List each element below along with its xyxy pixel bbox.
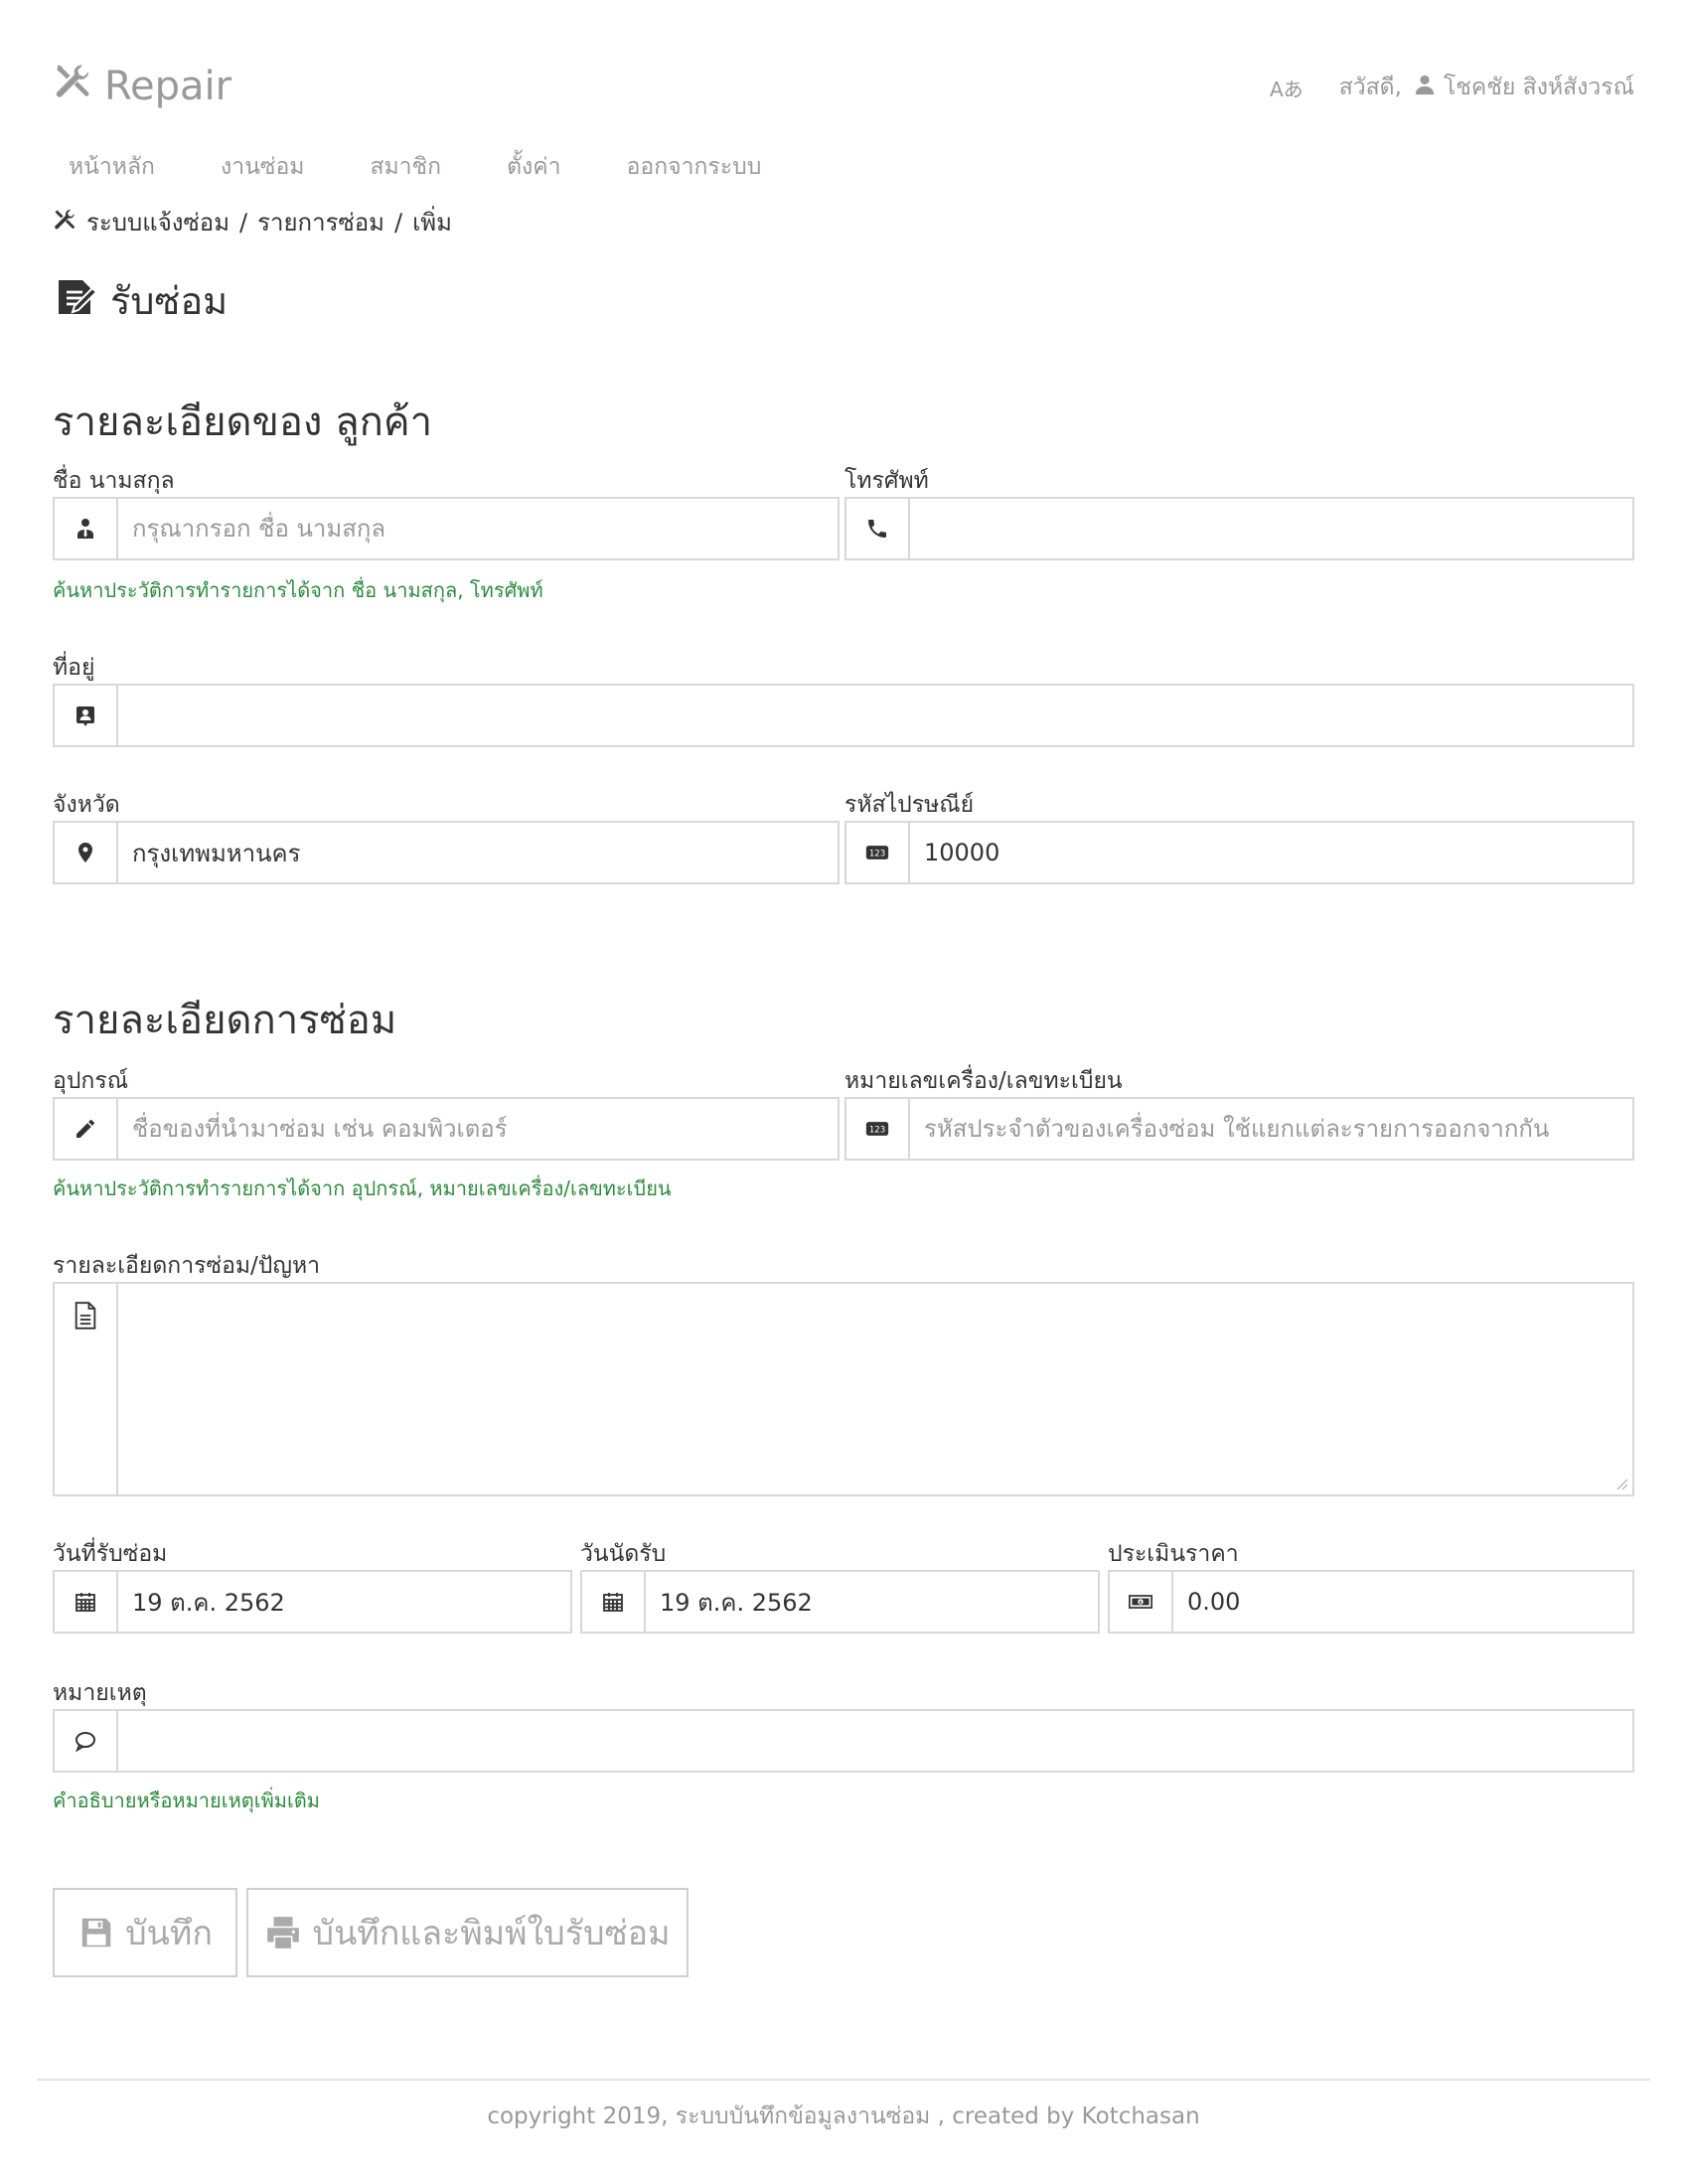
estimate-label: ประเมินราคา (1108, 1541, 1239, 1567)
equipment-input[interactable] (118, 1099, 838, 1159)
note-label: หมายเหตุ (53, 1680, 147, 1706)
printer-icon (267, 1917, 300, 1949)
document-icon (55, 1284, 118, 1494)
received-date-label: วันที่รับซ่อม (53, 1541, 168, 1567)
breadcrumb-separator: / (239, 208, 248, 236)
note-field (53, 1709, 1634, 1773)
floppy-disk-icon (81, 1918, 111, 1948)
serial-field: 123 (844, 1097, 1634, 1161)
money-icon: ฿ (1110, 1572, 1173, 1632)
address-label: ที่อยู่ (53, 655, 95, 681)
name-field (53, 497, 840, 560)
location-pin-icon (55, 823, 118, 882)
zipcode-label: รหัสไปรษณีย์ (844, 792, 975, 818)
app-title: Repair (104, 64, 232, 109)
customer-section-title: รายละเอียดของ ลูกค้า (53, 399, 433, 445)
appointment-date-input[interactable] (646, 1572, 1098, 1632)
province-field (53, 821, 840, 884)
detail-textarea[interactable] (118, 1284, 1632, 1494)
tools-icon (53, 208, 86, 237)
main-nav: หน้าหลัก งานซ่อม สมาชิก ตั้งค่า ออกจากระ… (69, 149, 827, 185)
svg-text:123: 123 (869, 849, 885, 858)
province-input[interactable] (118, 823, 838, 882)
footer-divider (37, 2079, 1650, 2081)
province-label: จังหวัด (53, 792, 120, 818)
save-print-button[interactable]: บันทึกและพิมพ์ใบรับซ่อม (246, 1888, 689, 1977)
page-title-text: รับซ่อม (110, 279, 229, 323)
save-button-label: บันทึก (125, 1914, 213, 1953)
edit-document-icon (53, 272, 110, 329)
estimate-field: ฿ (1108, 1570, 1634, 1634)
breadcrumb-item-current: เพิ่ม (412, 209, 452, 236)
phone-label: โทรศัพท์ (844, 468, 929, 494)
speech-bubble-icon (55, 1711, 118, 1771)
appointment-date-label: วันนัดรับ (580, 1541, 667, 1567)
phone-field (844, 497, 1634, 560)
nav-item-settings[interactable]: ตั้งค่า (507, 149, 560, 185)
username-link[interactable]: โชคชัย สิงห์สังวรณ์ (1444, 70, 1634, 105)
greeting-text: สวัสดี, (1338, 75, 1402, 100)
tools-icon (53, 62, 104, 111)
nav-item-repairs[interactable]: งานซ่อม (221, 149, 304, 185)
calendar-icon (55, 1572, 118, 1632)
equipment-label: อุปกรณ์ (53, 1068, 129, 1094)
footer-text: copyright 2019, ระบบบันทึกข้อมูลงานซ่อม … (487, 2104, 1200, 2129)
breadcrumb-separator: / (393, 208, 403, 236)
detail-label: รายละเอียดการซ่อม/ปัญหา (53, 1253, 321, 1279)
zipcode-input[interactable] (910, 823, 1632, 882)
address-field (53, 684, 1634, 747)
save-print-button-label: บันทึกและพิมพ์ใบรับซ่อม (312, 1914, 671, 1953)
note-hint: คำอธิบายหรือหมายเหตุเพิ่มเติม (53, 1789, 320, 1812)
breadcrumb: ระบบแจ้งซ่อม / รายการซ่อม / เพิ่ม (53, 203, 452, 241)
number-icon: 123 (846, 1099, 910, 1159)
phone-icon (846, 499, 910, 558)
name-label: ชื่อ นามสกุล (53, 468, 175, 494)
appointment-date-field (580, 1570, 1100, 1634)
equipment-field (53, 1097, 840, 1161)
phone-input[interactable] (910, 499, 1632, 558)
page-title: รับซ่อม (53, 270, 228, 331)
address-card-icon (55, 686, 118, 745)
breadcrumb-item-list[interactable]: รายการซ่อม (257, 203, 384, 241)
calendar-icon (582, 1572, 646, 1632)
language-switcher[interactable]: Aあ (1270, 74, 1304, 102)
user-icon (1402, 74, 1444, 101)
pencil-icon (55, 1099, 118, 1159)
nav-item-members[interactable]: สมาชิก (370, 149, 441, 185)
resize-grip-icon[interactable] (1614, 1477, 1628, 1490)
nav-item-home[interactable]: หน้าหลัก (69, 149, 155, 185)
breadcrumb-item-system[interactable]: ระบบแจ้งซ่อม (86, 203, 230, 241)
address-input[interactable] (118, 686, 1632, 745)
received-date-input[interactable] (118, 1572, 570, 1632)
user-bar: Aあ สวัสดี, โชคชัย สิงห์สังวรณ์ (1270, 70, 1634, 105)
svg-text:123: 123 (869, 1125, 885, 1135)
serial-input[interactable] (910, 1099, 1632, 1159)
zipcode-field: 123 (844, 821, 1634, 884)
repair-search-hint: ค้นหาประวัติการทำรายการได้จาก อุปกรณ์, ห… (53, 1176, 672, 1200)
customer-search-hint: ค้นหาประวัติการทำรายการได้จาก ชื่อ นามสก… (53, 578, 543, 602)
number-icon: 123 (846, 823, 910, 882)
save-button[interactable]: บันทึก (53, 1888, 237, 1977)
name-input[interactable] (118, 499, 838, 558)
serial-label: หมายเลขเครื่อง/เลขทะเบียน (844, 1068, 1123, 1094)
app-logo[interactable]: Repair (53, 62, 231, 111)
note-input[interactable] (118, 1711, 1632, 1771)
nav-item-logout[interactable]: ออกจากระบบ (627, 149, 762, 185)
detail-field (53, 1282, 1634, 1496)
received-date-field (53, 1570, 572, 1634)
estimate-input[interactable] (1173, 1572, 1632, 1632)
svg-text:฿: ฿ (1140, 1600, 1143, 1606)
person-icon (55, 499, 118, 558)
repair-section-title: รายละเอียดการซ่อม (53, 998, 397, 1043)
